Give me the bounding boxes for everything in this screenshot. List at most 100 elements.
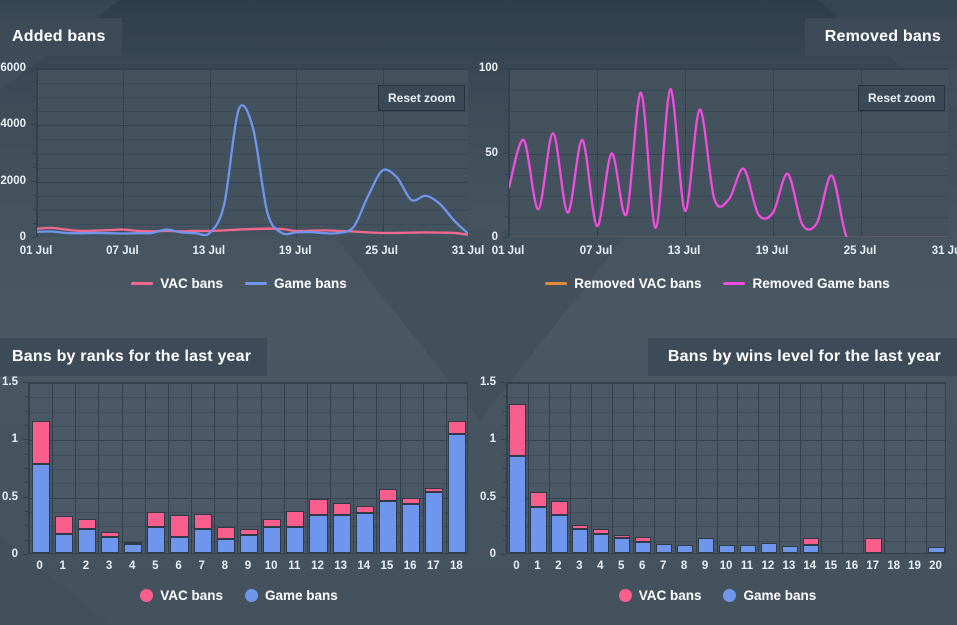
- y-axis-label: 0.5: [2, 490, 18, 503]
- bar-column: [378, 383, 397, 553]
- bar-segment-game-bans[interactable]: [760, 542, 778, 553]
- y-axis-label: 0: [19, 231, 26, 243]
- bar-segment-game-bans[interactable]: [593, 533, 610, 553]
- legend-item-vac-bans[interactable]: VAC bans: [131, 276, 223, 291]
- legend-dot-icon: [140, 589, 154, 602]
- bar-segment-vac-bans[interactable]: [425, 487, 444, 493]
- bar-segment-vac-bans[interactable]: [865, 538, 882, 553]
- x-axis-label: 14: [357, 560, 371, 572]
- legend-dot-icon: [244, 589, 258, 602]
- bar-segment-game-bans[interactable]: [739, 544, 757, 553]
- bar-segment-game-bans[interactable]: [239, 534, 259, 553]
- bar-segment-game-bans[interactable]: [551, 515, 568, 553]
- bar-segment-vac-bans[interactable]: [635, 536, 652, 542]
- bar-segment-vac-bans[interactable]: [572, 525, 589, 529]
- bar-segment-vac-bans[interactable]: [101, 532, 120, 537]
- bar-segment-game-bans[interactable]: [718, 544, 736, 553]
- bar-segment-game-bans[interactable]: [101, 536, 120, 553]
- bar-segment-game-bans[interactable]: [31, 463, 50, 553]
- bar-segment-game-bans[interactable]: [676, 544, 694, 553]
- bar-segment-game-bans[interactable]: [378, 501, 397, 553]
- bar-segment-vac-bans[interactable]: [170, 515, 189, 537]
- legend-label: Removed VAC bans: [574, 276, 702, 291]
- bar-segment-game-bans[interactable]: [170, 536, 189, 553]
- legend-item-vac-bans[interactable]: VAC bans: [140, 588, 223, 603]
- y-axis-tick-minor: [503, 511, 506, 512]
- reset-zoom-button-added-bans[interactable]: Reset zoom: [378, 85, 466, 111]
- bar-segment-game-bans[interactable]: [635, 541, 652, 553]
- bar-segment-game-bans[interactable]: [928, 547, 945, 553]
- bar-segment-game-bans[interactable]: [448, 433, 467, 553]
- bar-segment-vac-bans[interactable]: [31, 421, 50, 464]
- bar-segment-game-bans[interactable]: [509, 455, 526, 553]
- gridline-v: [779, 383, 780, 553]
- y-axis-label: 1.5: [2, 376, 18, 388]
- bar-segment-game-bans[interactable]: [77, 528, 96, 553]
- bar-segment-vac-bans[interactable]: [614, 534, 631, 539]
- bar-segment-game-bans[interactable]: [402, 503, 421, 553]
- legend-dot-icon: [618, 589, 632, 602]
- bar-segment-game-bans[interactable]: [425, 492, 444, 553]
- bar-segment-vac-bans[interactable]: [355, 506, 374, 513]
- bar-segment-vac-bans[interactable]: [802, 538, 819, 545]
- gridline-v: [52, 383, 53, 553]
- y-axis-tick-minor: [25, 482, 28, 483]
- bar-segment-game-bans[interactable]: [355, 512, 374, 553]
- bar-segment-game-bans[interactable]: [802, 544, 819, 553]
- bar-segment-vac-bans[interactable]: [309, 499, 328, 516]
- bar-segment-game-bans[interactable]: [655, 543, 673, 553]
- bar-segment-vac-bans[interactable]: [239, 528, 259, 535]
- bar-segment-vac-bans[interactable]: [77, 518, 96, 529]
- bar-segment-vac-bans[interactable]: [263, 518, 282, 527]
- bar-segment-game-bans[interactable]: [286, 526, 305, 553]
- bar-segment-game-bans[interactable]: [216, 539, 235, 553]
- bar-segment-game-bans[interactable]: [614, 538, 631, 553]
- bar-segment-vac-bans[interactable]: [54, 516, 73, 534]
- x-axis-label: 4: [597, 560, 604, 572]
- legend-item-removed-vac-bans[interactable]: Removed VAC bans: [545, 276, 701, 291]
- bar-segment-game-bans[interactable]: [572, 528, 589, 553]
- bar-segment-game-bans[interactable]: [781, 546, 798, 553]
- bar-segment-vac-bans[interactable]: [530, 492, 547, 508]
- bar-segment-game-bans[interactable]: [309, 515, 328, 553]
- y-axis-label: 50: [485, 146, 498, 159]
- bar-segment-vac-bans[interactable]: [147, 511, 166, 527]
- bar-segment-vac-bans[interactable]: [124, 541, 143, 544]
- bar-segment-vac-bans[interactable]: [509, 403, 526, 456]
- bar-segment-vac-bans[interactable]: [448, 421, 467, 434]
- bar-column: [593, 383, 610, 553]
- bar-column: [509, 383, 526, 553]
- legend-item-game-bans[interactable]: Game bans: [244, 276, 347, 291]
- legend-item-game-bans[interactable]: Game bans: [244, 588, 338, 603]
- bar-segment-game-bans[interactable]: [193, 528, 212, 553]
- legend-line-icon: [545, 282, 568, 285]
- gridline-v: [98, 383, 99, 553]
- gridline-v: [400, 383, 401, 553]
- bar-segment-game-bans[interactable]: [332, 515, 351, 553]
- bar-segment-vac-bans[interactable]: [286, 510, 305, 527]
- bar-segment-vac-bans[interactable]: [332, 502, 351, 516]
- bar-segment-game-bans[interactable]: [147, 526, 166, 553]
- gridline-v: [353, 383, 354, 553]
- legend-item-removed-game-bans[interactable]: Removed Game bans: [723, 276, 890, 291]
- bar-segment-game-bans[interactable]: [54, 533, 73, 553]
- x-axis-label: 6: [638, 560, 646, 572]
- x-axis-label: 11: [740, 560, 754, 572]
- legend-item-vac-bans[interactable]: VAC bans: [618, 588, 701, 603]
- bar-segment-vac-bans[interactable]: [402, 497, 421, 504]
- bar-segment-vac-bans[interactable]: [551, 501, 568, 516]
- bar-segment-game-bans[interactable]: [530, 507, 547, 553]
- bar-segment-game-bans[interactable]: [697, 538, 715, 553]
- y-axis-tick-minor: [503, 468, 506, 469]
- legend-item-game-bans[interactable]: Game bans: [723, 588, 816, 603]
- bar-segment-vac-bans[interactable]: [193, 514, 212, 529]
- plot-area-bans_by_wins: [506, 382, 946, 554]
- legend-label: VAC bans: [160, 276, 223, 291]
- bar-segment-vac-bans[interactable]: [216, 526, 235, 540]
- bar-segment-vac-bans[interactable]: [378, 488, 397, 502]
- bar-segment-vac-bans[interactable]: [593, 528, 610, 534]
- bar-segment-game-bans[interactable]: [124, 543, 143, 553]
- bar-segment-game-bans[interactable]: [263, 526, 282, 553]
- reset-zoom-button-removed-bans[interactable]: Reset zoom: [858, 85, 946, 111]
- y-axis-tick-minor: [33, 96, 36, 97]
